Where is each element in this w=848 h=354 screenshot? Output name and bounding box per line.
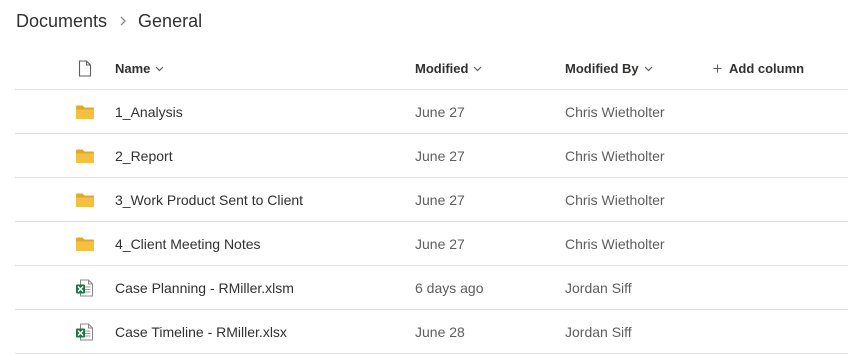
file-row[interactable]: Case Timeline - RMiller.xlsx June 28 Jor… <box>15 310 848 354</box>
plus-icon <box>713 64 722 73</box>
excel-file-icon <box>73 266 97 309</box>
file-row[interactable]: 1_Analysis June 27 Chris Wietholter <box>15 90 848 134</box>
file-name-link[interactable]: Case Planning - RMiller.xlsm <box>115 280 294 296</box>
modified-date: June 27 <box>415 235 465 252</box>
chevron-down-icon <box>155 66 164 72</box>
column-header-modified-by[interactable]: Modified By <box>565 61 653 76</box>
modified-by: Chris Wietholter <box>565 235 665 252</box>
file-list: Name Modified Modified By Add column 1_A… <box>15 48 848 354</box>
file-type-icon[interactable] <box>73 48 97 89</box>
file-name-link[interactable]: 4_Client Meeting Notes <box>115 236 261 252</box>
file-name-link[interactable]: 2_Report <box>115 148 173 164</box>
column-header-row: Name Modified Modified By Add column <box>15 48 848 90</box>
column-header-name[interactable]: Name <box>115 61 164 76</box>
modified-by: Jordan Siff <box>565 279 632 296</box>
folder-icon <box>73 90 97 133</box>
file-row[interactable]: 3_Work Product Sent to Client June 27 Ch… <box>15 178 848 222</box>
column-header-modified[interactable]: Modified <box>415 61 482 76</box>
file-row[interactable]: Case Planning - RMiller.xlsm 6 days ago … <box>15 266 848 310</box>
file-name-link[interactable]: 3_Work Product Sent to Client <box>115 192 303 208</box>
excel-file-icon <box>73 310 97 353</box>
modified-by: Chris Wietholter <box>565 147 665 164</box>
add-column-label: Add column <box>729 61 805 76</box>
modified-by: Chris Wietholter <box>565 103 665 120</box>
folder-icon <box>73 178 97 221</box>
chevron-right-icon <box>119 15 127 27</box>
folder-icon <box>73 222 97 265</box>
file-row[interactable]: 4_Client Meeting Notes June 27 Chris Wie… <box>15 222 848 266</box>
chevron-down-icon <box>473 66 482 72</box>
add-column-button[interactable]: Add column <box>713 61 804 76</box>
modified-date: June 27 <box>415 191 465 208</box>
modified-date: June 27 <box>415 103 465 120</box>
column-header-modified-by-label: Modified By <box>565 61 639 76</box>
file-row[interactable]: 2_Report June 27 Chris Wietholter <box>15 134 848 178</box>
breadcrumb-documents-link[interactable]: Documents <box>16 11 107 32</box>
folder-icon <box>73 134 97 177</box>
file-name-link[interactable]: 1_Analysis <box>115 104 183 120</box>
file-name-link[interactable]: Case Timeline - RMiller.xlsx <box>115 324 287 340</box>
column-header-name-label: Name <box>115 61 151 76</box>
modified-date: June 28 <box>415 323 465 340</box>
modified-by: Jordan Siff <box>565 323 632 340</box>
modified-date: June 27 <box>415 147 465 164</box>
column-header-modified-label: Modified <box>415 61 469 76</box>
modified-by: Chris Wietholter <box>565 191 665 208</box>
chevron-down-icon <box>644 66 653 72</box>
breadcrumb: Documents General <box>16 8 202 34</box>
modified-date: 6 days ago <box>415 279 484 296</box>
breadcrumb-current-folder: General <box>138 10 203 31</box>
